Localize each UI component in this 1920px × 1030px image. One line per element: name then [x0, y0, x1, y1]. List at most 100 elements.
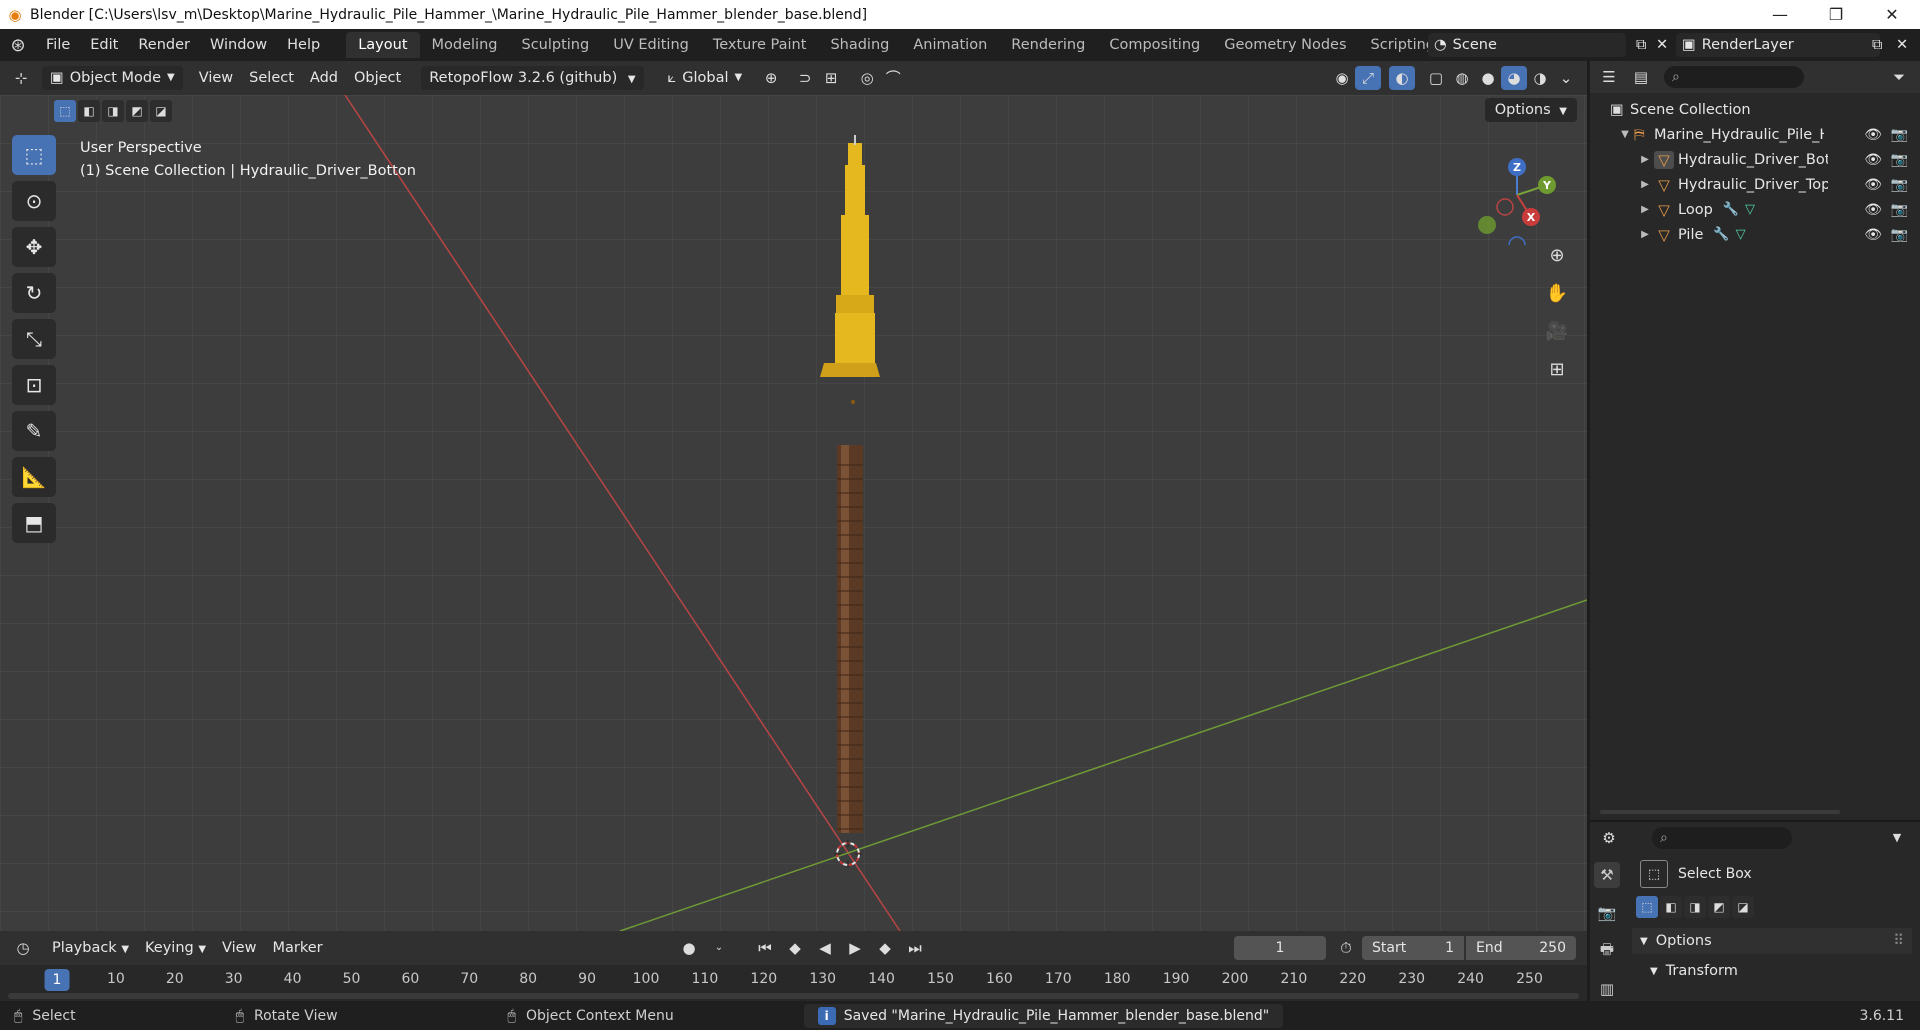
menu-file[interactable]: File — [36, 29, 80, 61]
timeline-ruler[interactable]: 1 10 20 30 40 50 60 70 80 90 100 110 120 130 140 150 160… — [0, 965, 1587, 1001]
shading-options-icon[interactable]: ⌄ — [1553, 66, 1579, 90]
camera-render-icon[interactable]: 📷 — [1891, 152, 1908, 168]
save-report[interactable]: i Saved "Marine_Hydraulic_Pile_Hammer_bl… — [803, 1003, 1284, 1028]
next-keyframe-icon[interactable]: ◆ — [872, 936, 898, 960]
expand-arrow-icon[interactable]: ▶ — [1636, 154, 1654, 165]
record-icon[interactable]: ● — [676, 936, 702, 960]
filter-icon[interactable]: ⏷ — [1886, 65, 1912, 89]
view-layer-tab-icon[interactable]: ▥ — [1594, 976, 1620, 1002]
measure-tool-icon[interactable]: 📐 — [12, 457, 56, 497]
menu-object[interactable]: Object — [346, 66, 409, 90]
camera-view-icon[interactable]: 🎥 — [1541, 316, 1573, 346]
overlays-icon[interactable]: ◐ — [1389, 66, 1415, 90]
menu-marker[interactable]: Marker — [264, 936, 330, 960]
menu-keying[interactable]: Keying ▼ — [137, 936, 214, 960]
eye-icon[interactable]: 👁 — [1864, 127, 1882, 143]
tab-shading[interactable]: Shading — [818, 32, 901, 58]
menu-render[interactable]: Render — [128, 29, 200, 61]
transform-subpanel-header[interactable]: ▼ Transform — [1650, 958, 1738, 984]
select-extend-icon[interactable]: ◧ — [78, 100, 100, 122]
tab-modeling[interactable]: Modeling — [420, 32, 510, 58]
stopwatch-icon[interactable]: ⏱ — [1333, 936, 1359, 960]
falloff-icon[interactable]: ⌒ — [880, 66, 906, 90]
display-mode-icon[interactable]: ▤ — [1628, 65, 1654, 89]
select-box-tool-icon[interactable]: ⬚ — [12, 135, 56, 175]
camera-render-icon[interactable]: 📷 — [1891, 202, 1908, 218]
menu-timeline-view[interactable]: View — [214, 936, 264, 960]
play-icon[interactable]: ▶ — [842, 936, 868, 960]
visibility-icon[interactable]: ◉ — [1329, 66, 1355, 90]
select-invert-icon[interactable]: ◩ — [1708, 896, 1730, 918]
camera-render-icon[interactable]: 📷 — [1891, 227, 1908, 243]
jump-end-icon[interactable]: ⏭ — [902, 936, 928, 960]
play-reverse-icon[interactable]: ◀ — [812, 936, 838, 960]
move-tool-icon[interactable]: ✥ — [12, 227, 56, 267]
expand-arrow-icon[interactable]: ▶ — [1636, 179, 1654, 190]
outliner-scrollbar[interactable] — [1600, 810, 1840, 814]
new-scene-icon[interactable]: ⧉ — [1630, 33, 1652, 57]
tab-geometry-nodes[interactable]: Geometry Nodes — [1212, 32, 1358, 58]
add-cube-tool-icon[interactable]: ⬒ — [12, 503, 56, 543]
menu-select[interactable]: Select — [241, 66, 302, 90]
options-dropdown[interactable]: Options ▼ — [1484, 98, 1577, 122]
expand-arrow-icon[interactable]: ▶ — [1636, 229, 1654, 240]
outliner-search-input[interactable]: ⌕ — [1664, 66, 1804, 88]
select-invert-icon[interactable]: ◩ — [126, 100, 148, 122]
chevron-down-icon[interactable]: ⌄ — [706, 936, 732, 960]
eye-icon[interactable]: 👁 — [1864, 177, 1882, 193]
viewport-3d[interactable]: ⬚ ◧ ◨ ◩ ◪ Options ▼ User Perspective (1)… — [0, 95, 1587, 931]
outliner-editor-type-icon[interactable]: ☰ — [1596, 65, 1622, 89]
expand-arrow-icon[interactable]: ▼ — [1616, 129, 1634, 140]
view-layer-selector[interactable]: ▣ RenderLayer — [1676, 33, 1880, 57]
current-frame-indicator[interactable]: 1 — [44, 969, 70, 991]
start-frame-field[interactable]: Start 1 — [1362, 936, 1464, 960]
rotate-tool-icon[interactable]: ↻ — [12, 273, 56, 313]
delete-view-layer-icon[interactable]: ✕ — [1890, 33, 1912, 57]
pan-hand-icon[interactable]: ✋ — [1541, 278, 1573, 308]
navigation-gizmo[interactable]: Z Y X — [1457, 145, 1577, 245]
menu-edit[interactable]: Edit — [80, 29, 128, 61]
properties-editor-type-icon[interactable]: ⚙ — [1596, 826, 1622, 850]
tab-uv-editing[interactable]: UV Editing — [601, 32, 701, 58]
output-tab-icon[interactable]: 🖶 — [1594, 938, 1620, 964]
tab-compositing[interactable]: Compositing — [1097, 32, 1212, 58]
annotate-tool-icon[interactable]: ✎ — [12, 411, 56, 451]
prev-keyframe-icon[interactable]: ◆ — [782, 936, 808, 960]
outliner-row-collection[interactable]: ▼ ⛿ Marine_Hydraulic_Pile_Hai 👁 📷 — [1590, 122, 1920, 147]
current-frame-field[interactable]: 1 — [1234, 936, 1326, 960]
camera-render-icon[interactable]: 📷 — [1891, 127, 1908, 143]
mode-dropdown[interactable]: ▣ Object Mode ▼ — [42, 66, 183, 90]
blender-menu-icon[interactable]: ⊛ — [0, 35, 36, 56]
scene-selector[interactable]: ◔ Scene — [1428, 33, 1626, 57]
outliner-row-object[interactable]: ▶ ▽ Hydraulic_Driver_Top 👁 📷 — [1590, 172, 1920, 197]
timeline-scrollbar[interactable] — [8, 993, 1579, 999]
jump-start-icon[interactable]: ⏮ — [752, 936, 778, 960]
snap-icon[interactable]: ⊃ — [792, 66, 818, 90]
snap-target-icon[interactable]: ⊞ — [818, 66, 844, 90]
tab-layout[interactable]: Layout — [346, 32, 420, 58]
proportional-edit-icon[interactable]: ◎ — [854, 66, 880, 90]
chevron-down-icon[interactable]: ▼ — [1884, 826, 1910, 850]
eye-icon[interactable]: 👁 — [1864, 152, 1882, 168]
eye-icon[interactable]: 👁 — [1864, 202, 1882, 218]
outliner-row-object[interactable]: ▶ ▽ Pile 🔧 ▽ 👁 📷 — [1590, 222, 1920, 247]
eye-icon[interactable]: 👁 — [1864, 227, 1882, 243]
select-intersect-icon[interactable]: ◪ — [150, 100, 172, 122]
cursor-tool-icon[interactable]: ⊙ — [12, 181, 56, 221]
material-shading-icon[interactable]: ◕ — [1501, 66, 1527, 90]
rendered-shading-icon[interactable]: ◑ — [1527, 66, 1553, 90]
tool-tab-icon[interactable]: ⚒ — [1594, 862, 1620, 888]
xray-icon[interactable]: ▢ — [1423, 66, 1449, 90]
select-extend-icon[interactable]: ◧ — [1660, 896, 1682, 918]
expand-arrow-icon[interactable]: ▶ — [1636, 204, 1654, 215]
wrench-modifier-icon[interactable]: 🔧 — [1713, 227, 1729, 242]
render-tab-icon[interactable]: 📷 — [1594, 900, 1620, 926]
editor-type-icon[interactable]: ⊹ — [8, 66, 34, 90]
gizmo-icon[interactable]: ⤢ — [1355, 66, 1381, 90]
tab-rendering[interactable]: Rendering — [999, 32, 1097, 58]
end-frame-field[interactable]: End 250 — [1466, 936, 1576, 960]
orientation-dropdown[interactable]: ⟀ Global ▼ — [660, 66, 751, 90]
outliner-row-scene-collection[interactable]: ▣ Scene Collection — [1590, 97, 1920, 122]
menu-playback[interactable]: Playback ▼ — [44, 936, 137, 960]
tab-texture-paint[interactable]: Texture Paint — [701, 32, 819, 58]
